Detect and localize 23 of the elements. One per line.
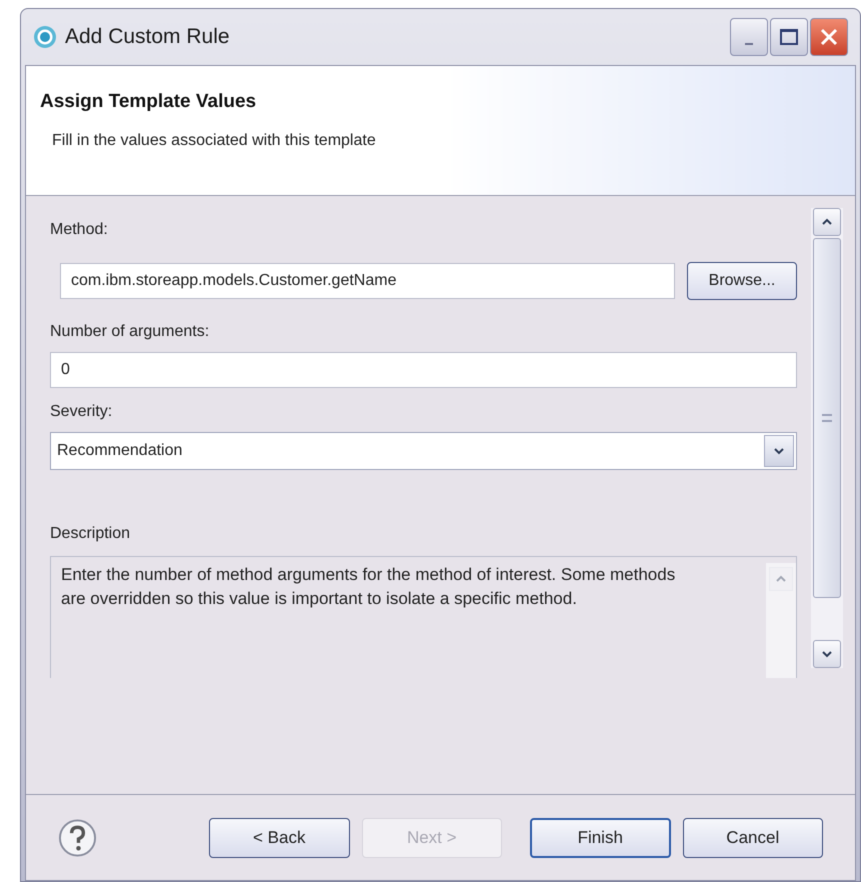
maximize-button[interactable] (770, 18, 808, 56)
close-icon (819, 27, 839, 47)
dialog-button[interactable]: Finish (530, 818, 671, 858)
description-scrollbar[interactable] (766, 563, 796, 678)
field-label: Description (50, 524, 132, 544)
field-label: Method: (50, 220, 109, 240)
app-icon (33, 25, 57, 49)
page-subtitle: Fill in the values associated with this template (52, 130, 377, 150)
field-label: Number of arguments: (50, 322, 210, 342)
dialog-button[interactable]: < Back (209, 818, 350, 858)
description-text: Enter the number of method arguments for the method of interest. Some methods are overridden so this value is important to isolate a specific method. (61, 564, 676, 610)
close-button[interactable] (810, 18, 848, 56)
page-title: Assign Template Values (40, 90, 258, 114)
browse-button[interactable]: Browse... (687, 262, 797, 300)
field-label: Severity: (50, 402, 114, 422)
help-icon[interactable] (58, 818, 98, 858)
window-title: Add Custom Rule (65, 24, 230, 50)
arguments-field[interactable]: 0 (50, 352, 797, 388)
scroll-thumb[interactable] (813, 238, 841, 598)
dialog-button[interactable]: Cancel (682, 818, 823, 858)
method-field[interactable]: com.ibm.storeapp.models.Customer.getName (60, 263, 675, 299)
severity-dropdown[interactable]: Recommendation (50, 432, 797, 470)
vertical-scrollbar[interactable] (811, 208, 843, 668)
